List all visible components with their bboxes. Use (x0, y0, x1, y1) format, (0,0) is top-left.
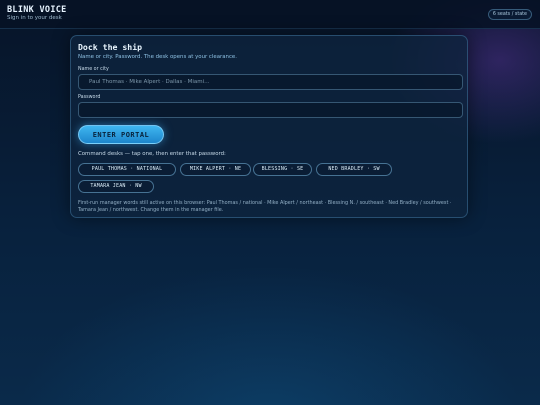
name-or-city-input[interactable] (78, 74, 463, 90)
desk-chip-mike-alpert[interactable]: MIKE ALPERT · NE (180, 163, 251, 176)
password-field-label: Password (78, 95, 101, 100)
desk-chip-tamara-jean[interactable]: TAMARA JEAN · NW (78, 180, 154, 193)
desk-hint: Command desks — tap one, then enter that… (78, 151, 226, 157)
name-field-label: Name or city (78, 67, 109, 72)
login-card: Dock the ship Name or city. Password. Th… (70, 35, 468, 218)
app-subtitle: Sign in to your desk (7, 15, 62, 21)
desk-chip-paul-thomas[interactable]: PAUL THOMAS · NATIONAL (78, 163, 176, 176)
top-bar: BLINK VOICE Sign in to your desk 6 seats… (0, 0, 540, 29)
app-title: BLINK VOICE (7, 5, 67, 15)
desk-chip-ned-bradley[interactable]: NED BRADLEY · SW (316, 163, 392, 176)
login-title: Dock the ship (78, 42, 143, 52)
seats-badge: 6 seats / state (487, 9, 532, 20)
password-input[interactable] (78, 102, 463, 118)
login-subtitle: Name or city. Password. The desk opens a… (78, 54, 237, 60)
manager-footnote: First-run manager words still active on … (78, 200, 452, 214)
enter-portal-button[interactable]: ENTER PORTAL (78, 125, 164, 144)
desk-chip-blessing[interactable]: BLESSING · SE (253, 163, 312, 176)
